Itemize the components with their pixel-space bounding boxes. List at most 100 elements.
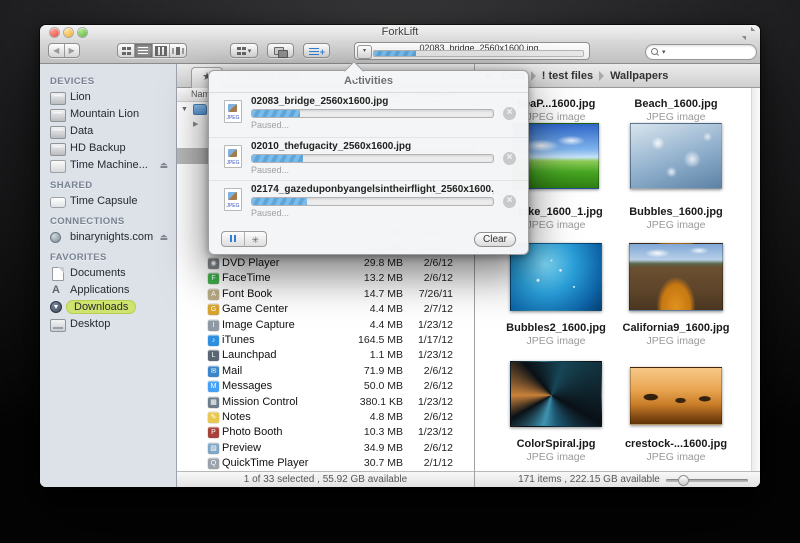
vertical-scrollbar[interactable] — [751, 88, 760, 471]
back-button[interactable]: ◀ — [49, 44, 65, 57]
down-icon — [50, 301, 62, 313]
file-row-photo-booth[interactable]: PPhoto Booth10.3 MB1/23/12 — [177, 425, 474, 440]
sidebar-item-binarynights-com[interactable]: binarynights.com⏏ — [40, 229, 176, 246]
app-icon: I — [208, 320, 219, 331]
file-date: 2/1/12 — [424, 456, 453, 471]
image-thumbnail[interactable] — [629, 243, 723, 311]
file-row-launchpad[interactable]: LLaunchpad1.1 MB1/23/12 — [177, 348, 474, 363]
view-mode-switcher — [117, 43, 187, 58]
sidebar-item-label: Applications — [70, 284, 129, 296]
thumbnail-filename: Beach_1600.jpg — [621, 98, 731, 110]
file-date: 2/6/12 — [424, 271, 453, 286]
forward-button[interactable]: ▶ — [65, 44, 80, 57]
search-icon — [651, 48, 658, 55]
fullscreen-icon[interactable] — [744, 29, 753, 38]
eject-icon[interactable]: ⏏ — [159, 229, 168, 246]
view-list-button[interactable] — [135, 44, 152, 57]
image-thumbnail[interactable] — [630, 123, 722, 189]
file-date: 2/6/12 — [424, 364, 453, 379]
slider-thumb[interactable] — [678, 475, 689, 486]
list-view-icon — [138, 47, 148, 55]
sidebar-item-time-capsule[interactable]: Time Capsule — [40, 193, 176, 210]
activities-popover: Activities JPEG02083_bridge_2560x1600.jp… — [208, 70, 529, 255]
activities-settings-button[interactable]: ✳ — [245, 232, 267, 246]
transfer-progress-widget[interactable]: ▾ 02083_bridge_2560x1600.jpg — [354, 42, 590, 60]
sync-button[interactable] — [267, 43, 294, 58]
image-thumbnail[interactable] — [630, 367, 722, 425]
cancel-transfer-button[interactable]: × — [503, 107, 516, 120]
file-date: 1/17/12 — [418, 333, 453, 348]
sidebar-item-documents[interactable]: Documents — [40, 265, 176, 282]
sidebar-item-hd-backup[interactable]: HD Backup — [40, 140, 176, 157]
icons-view-icon — [122, 47, 131, 55]
disclosure-open-icon[interactable]: ▼ — [181, 106, 188, 113]
eject-icon[interactable]: ⏏ — [159, 157, 168, 174]
file-size: 30.7 MB — [364, 456, 403, 471]
breadcrumb-wallpapers[interactable]: Wallpapers — [606, 70, 672, 82]
file-name: Photo Booth — [222, 425, 283, 440]
file-row-mission-control[interactable]: ▦Mission Control380.1 KB1/23/12 — [177, 395, 474, 410]
view-options-button[interactable]: ▾ — [230, 43, 258, 58]
forklift-window: ForkLift ◀ ▶ ▾ ▾ 02083_bridge_2560x1600.… — [40, 25, 760, 487]
sidebar-section-title: SHARED — [40, 174, 176, 193]
file-row-font-book[interactable]: AFont Book14.7 MB7/26/11 — [177, 287, 474, 302]
pause-all-button[interactable] — [222, 232, 245, 246]
activity-item: JPEG02083_bridge_2560x1600.jpgPaused...× — [209, 93, 528, 136]
file-row-preview[interactable]: ▧Preview34.9 MB2/6/12 — [177, 441, 474, 456]
title-bar[interactable]: ForkLift — [40, 25, 760, 40]
view-coverflow-button[interactable] — [170, 44, 186, 57]
sidebar-item-lion[interactable]: Lion — [40, 89, 176, 106]
jpeg-file-icon: JPEG — [224, 188, 242, 211]
file-row-messages[interactable]: MMessages50.0 MB2/6/12 — [177, 379, 474, 394]
activities-controls: ✳ — [221, 231, 267, 247]
breadcrumb-test-files[interactable]: ! test files — [538, 70, 597, 82]
file-row-image-capture[interactable]: IImage Capture4.4 MB1/23/12 — [177, 318, 474, 333]
right-pane-status-bar: 171 items , 222.15 GB available — [475, 471, 760, 487]
app-icon: M — [208, 381, 219, 392]
left-pane-status-bar: 1 of 33 selected , 55.92 GB available — [177, 471, 474, 487]
transfer-dropdown-button[interactable]: ▾ — [357, 45, 372, 59]
file-date: 1/23/12 — [418, 425, 453, 440]
activity-item: JPEG02174_gazeduponbyangelsintheirflight… — [209, 180, 528, 224]
file-row-mail[interactable]: ✉Mail71.9 MB2/6/12 — [177, 364, 474, 379]
view-icons-button[interactable] — [118, 44, 135, 57]
globe-icon — [50, 232, 61, 243]
desktop-icon — [50, 319, 66, 332]
file-row-quicktime-player[interactable]: QQuickTime Player30.7 MB2/1/12 — [177, 456, 474, 471]
activity-progress-bar — [251, 109, 494, 118]
file-name: QuickTime Player — [222, 456, 308, 471]
clear-button[interactable]: Clear — [474, 232, 516, 247]
chevron-down-icon: ▾ — [248, 47, 252, 55]
sidebar-item-desktop[interactable]: Desktop — [40, 316, 176, 333]
sidebar-item-label: Downloads — [66, 300, 136, 314]
sidebar-item-mountain-lion[interactable]: Mountain Lion — [40, 106, 176, 123]
file-date: 2/6/12 — [424, 256, 453, 271]
sidebar-item-downloads[interactable]: Downloads — [40, 299, 176, 316]
file-row-game-center[interactable]: GGame Center4.4 MB2/7/12 — [177, 302, 474, 317]
sidebar-section-title: CONNECTIONS — [40, 210, 176, 229]
thumbnail-size-slider[interactable] — [666, 479, 748, 482]
activity-filename: 02083_bridge_2560x1600.jpg — [251, 96, 494, 107]
file-row-facetime[interactable]: FFaceTime13.2 MB2/6/12 — [177, 271, 474, 286]
pause-icon — [230, 235, 232, 242]
sidebar-item-time-machine[interactable]: Time Machine...⏏ — [40, 157, 176, 174]
crumb-separator-icon — [531, 71, 536, 81]
cancel-transfer-button[interactable]: × — [503, 152, 516, 165]
add-transfer-button[interactable] — [303, 43, 330, 58]
file-name: Messages — [222, 379, 272, 394]
search-options-caret[interactable]: ▾ — [662, 48, 666, 56]
view-columns-button[interactable] — [153, 44, 170, 57]
sidebar-item-data[interactable]: Data — [40, 123, 176, 140]
activity-status: Paused... — [251, 208, 289, 218]
file-size: 71.9 MB — [364, 364, 403, 379]
sidebar-item-applications[interactable]: AApplications — [40, 282, 176, 299]
sidebar-item-label: Documents — [70, 267, 126, 279]
search-input[interactable]: ▾ — [645, 44, 757, 60]
cancel-transfer-button[interactable]: × — [503, 195, 516, 208]
file-row-dvd-player[interactable]: ◉DVD Player29.8 MB2/6/12 — [177, 256, 474, 271]
file-row-notes[interactable]: ✎Notes4.8 MB2/6/12 — [177, 410, 474, 425]
disclosure-closed-icon[interactable]: ▶ — [193, 121, 198, 128]
file-row-itunes[interactable]: ♪iTunes164.5 MB1/17/12 — [177, 333, 474, 348]
image-thumbnail[interactable] — [510, 361, 602, 427]
drive-icon — [50, 109, 66, 122]
